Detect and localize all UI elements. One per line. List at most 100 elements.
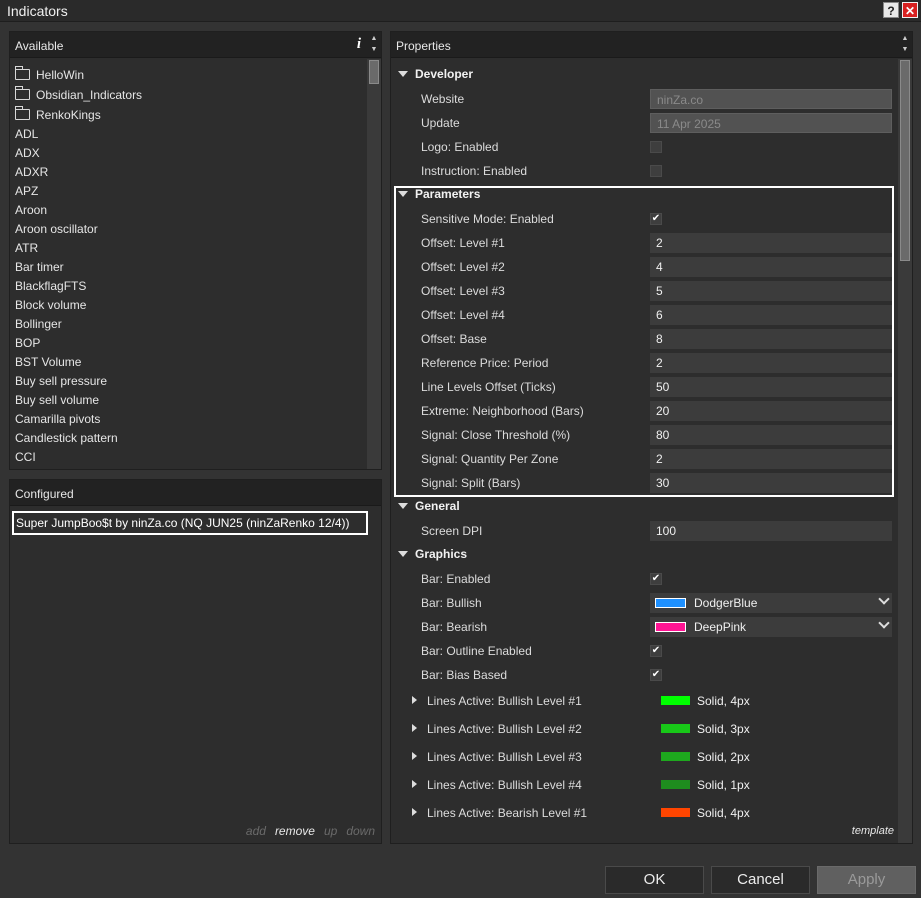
indicator-item[interactable]: Aroon oscillator xyxy=(15,220,365,239)
available-header: Available i ▲ ▼ xyxy=(10,32,381,58)
indicator-item[interactable]: Candlestick pattern xyxy=(15,429,365,448)
configured-header: Configured xyxy=(10,480,381,506)
stroke-row[interactable]: Lines Active: Bullish Level #2 Solid, 3p… xyxy=(391,715,894,743)
signal-quantity-per-zone-input[interactable]: 2 xyxy=(650,449,892,469)
expand-arrow-icon[interactable] xyxy=(412,696,417,704)
property-row: Bar: Bearish DeepPink xyxy=(391,615,894,639)
template-link[interactable]: template xyxy=(852,825,894,837)
indicator-item[interactable]: Bollinger xyxy=(15,315,365,334)
indicator-item[interactable]: BST Volume xyxy=(15,353,365,372)
available-list: HelloWin Obsidian_Indicators RenkoKings … xyxy=(15,65,365,467)
help-button[interactable]: ? xyxy=(883,2,899,18)
indicator-item[interactable]: ADXR xyxy=(15,163,365,182)
property-row: Screen DPI 100 xyxy=(391,519,894,543)
indicator-item[interactable]: Aroon xyxy=(15,201,365,220)
indicator-item[interactable]: APZ xyxy=(15,182,365,201)
category-developer[interactable]: Developer xyxy=(391,63,894,87)
properties-scrollbar[interactable] xyxy=(898,59,912,843)
offset-level1-input[interactable]: 2 xyxy=(650,233,892,253)
collapse-arrow-icon[interactable] xyxy=(398,503,408,509)
add-button[interactable]: add xyxy=(246,824,266,838)
extreme-neighborhood-input[interactable]: 20 xyxy=(650,401,892,421)
indicator-item[interactable]: Camarilla pivots xyxy=(15,410,365,429)
bar-bullish-select[interactable]: DodgerBlue xyxy=(650,593,892,613)
folder-item[interactable]: HelloWin xyxy=(15,65,365,85)
category-general[interactable]: General xyxy=(391,495,894,519)
folder-icon xyxy=(15,106,30,120)
available-title: Available xyxy=(15,39,64,53)
properties-title: Properties xyxy=(396,39,451,53)
stroke-color-swatch xyxy=(661,724,690,733)
title-bar: Indicators ? ✕ xyxy=(0,0,921,22)
indicator-item[interactable]: ATR xyxy=(15,239,365,258)
indicator-item[interactable]: Block volume xyxy=(15,296,365,315)
indicator-item[interactable]: Bar timer xyxy=(15,258,365,277)
available-scrollbar[interactable] xyxy=(367,59,381,469)
down-button[interactable]: down xyxy=(346,824,375,838)
property-row: Signal: Close Threshold (%) 80 xyxy=(391,423,894,447)
folder-item[interactable]: Obsidian_Indicators xyxy=(15,85,365,105)
category-graphics[interactable]: Graphics xyxy=(391,543,894,567)
indicator-item[interactable]: BOP xyxy=(15,334,365,353)
signal-close-threshold-input[interactable]: 80 xyxy=(650,425,892,445)
offset-base-input[interactable]: 8 xyxy=(650,329,892,349)
bar-bearish-select[interactable]: DeepPink xyxy=(650,617,892,637)
signal-split-input[interactable]: 30 xyxy=(650,473,892,493)
indicator-item[interactable]: BlackflagFTS xyxy=(15,277,365,296)
bar-outline-checkbox[interactable]: ✔ xyxy=(650,645,662,657)
property-row: Bar: Outline Enabled ✔ xyxy=(421,644,662,658)
scroll-up-icon[interactable]: ▲ xyxy=(369,34,379,44)
info-icon[interactable]: i xyxy=(357,36,361,53)
offset-level3-input[interactable]: 5 xyxy=(650,281,892,301)
indicator-item[interactable]: ADX xyxy=(15,144,365,163)
indicator-item[interactable]: ADL xyxy=(15,125,365,144)
stroke-row[interactable]: Lines Active: Bullish Level #1 Solid, 4p… xyxy=(391,687,894,715)
property-row: Signal: Split (Bars) 30 xyxy=(391,471,894,495)
indicator-item[interactable]: Buy sell pressure xyxy=(15,372,365,391)
indicator-item[interactable]: Buy sell volume xyxy=(15,391,365,410)
instruction-enabled-checkbox[interactable] xyxy=(650,165,662,177)
configured-title: Configured xyxy=(15,487,74,501)
expand-arrow-icon[interactable] xyxy=(412,724,417,732)
indicator-item[interactable]: CCI xyxy=(15,448,365,467)
bar-bias-checkbox[interactable]: ✔ xyxy=(650,669,662,681)
chevron-down-icon[interactable] xyxy=(878,593,890,605)
stroke-row[interactable]: Lines Active: Bullish Level #4 Solid, 1p… xyxy=(391,771,894,799)
category-parameters[interactable]: Parameters xyxy=(391,183,894,207)
sensitive-mode-checkbox[interactable]: ✔ xyxy=(650,213,662,225)
scrollbar-thumb[interactable] xyxy=(900,60,910,261)
stroke-row[interactable]: Lines Active: Bullish Level #3 Solid, 2p… xyxy=(391,743,894,771)
reference-price-period-input[interactable]: 2 xyxy=(650,353,892,373)
update-field: 11 Apr 2025 xyxy=(650,113,892,133)
expand-arrow-icon[interactable] xyxy=(412,780,417,788)
scrollbar-thumb[interactable] xyxy=(369,60,379,84)
ok-button[interactable]: OK xyxy=(605,866,704,894)
close-button[interactable]: ✕ xyxy=(902,2,918,18)
cancel-button[interactable]: Cancel xyxy=(711,866,810,894)
screen-dpi-input[interactable]: 100 xyxy=(650,521,892,541)
folder-item[interactable]: RenkoKings xyxy=(15,105,365,125)
scroll-down-icon[interactable]: ▼ xyxy=(900,45,910,55)
bar-enabled-checkbox[interactable]: ✔ xyxy=(650,573,662,585)
collapse-arrow-icon[interactable] xyxy=(398,551,408,557)
configured-indicator-item[interactable]: Super JumpBoo$t by ninZa.co (NQ JUN25 (n… xyxy=(12,511,368,535)
scroll-down-icon[interactable]: ▼ xyxy=(369,45,379,55)
property-row: Offset: Base 8 xyxy=(391,327,894,351)
collapse-arrow-icon[interactable] xyxy=(398,191,408,197)
offset-level2-input[interactable]: 4 xyxy=(650,257,892,277)
property-row: Line Levels Offset (Ticks) 50 xyxy=(391,375,894,399)
apply-button[interactable]: Apply xyxy=(817,866,916,894)
scroll-up-icon[interactable]: ▲ xyxy=(900,34,910,44)
line-levels-offset-input[interactable]: 50 xyxy=(650,377,892,397)
property-grid: Developer Website ninZa.co Update 11 Apr… xyxy=(391,63,894,827)
chevron-down-icon[interactable] xyxy=(878,617,890,629)
up-button[interactable]: up xyxy=(324,824,337,838)
configured-panel: Configured Super JumpBoo$t by ninZa.co (… xyxy=(9,479,382,844)
expand-arrow-icon[interactable] xyxy=(412,752,417,760)
property-row: Logo: Enabled xyxy=(391,135,894,159)
collapse-arrow-icon[interactable] xyxy=(398,71,408,77)
expand-arrow-icon[interactable] xyxy=(412,808,417,816)
remove-button[interactable]: remove xyxy=(275,824,315,838)
logo-enabled-checkbox[interactable] xyxy=(650,141,662,153)
offset-level4-input[interactable]: 6 xyxy=(650,305,892,325)
